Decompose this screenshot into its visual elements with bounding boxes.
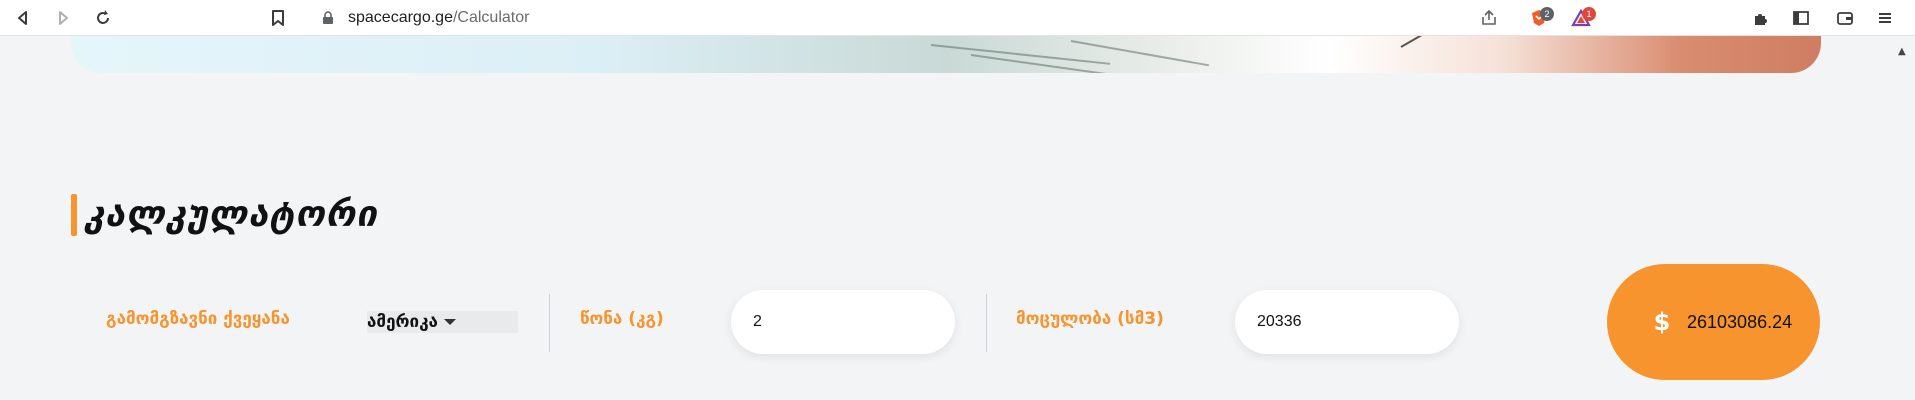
bookmark-icon[interactable] [265,5,291,31]
share-icon[interactable] [1476,5,1502,31]
country-select[interactable]: ამერიკა [367,311,518,333]
address-bar[interactable]: spacecargo.ge/Calculator [308,3,1604,33]
country-label: გამომგზავნი ქვეყანა [106,309,290,329]
rewards-badge: 1 [1582,7,1596,21]
brave-shields-icon[interactable]: 2 [1526,5,1554,31]
browser-toolbar: spacecargo.ge/Calculator 2 1 [0,0,1915,36]
dollar-icon: $ [1653,308,1671,336]
volume-input[interactable] [1235,290,1459,354]
back-icon[interactable] [10,5,36,31]
divider [549,294,550,352]
forward-icon[interactable] [50,5,76,31]
heading-accent-bar [71,194,77,236]
volume-label: მოცულობა (სმ3) [1016,309,1164,329]
chevron-down-icon [443,319,456,325]
divider [986,294,987,352]
lock-icon[interactable] [320,10,336,26]
total-price-display: $ 26103086.24 [1607,264,1820,380]
sidebar-icon[interactable] [1788,5,1814,31]
total-price-value: 26103086.24 [1687,312,1793,332]
reload-icon[interactable] [90,5,116,31]
url-host: spacecargo.ge [348,9,453,26]
brave-rewards-icon[interactable]: 1 [1568,5,1596,31]
weight-input[interactable] [731,290,955,354]
menu-icon[interactable] [1872,5,1898,31]
extensions-icon[interactable] [1748,5,1774,31]
url-path: /Calculator [452,9,530,26]
url-text[interactable]: spacecargo.ge/Calculator [348,9,529,27]
page-title: კალკულატორი [84,194,378,235]
wallet-icon[interactable] [1832,5,1858,31]
weight-label: წონა (კგ) [580,309,664,329]
country-select-value: ამერიკა [367,312,438,332]
hero-banner-image [71,36,1821,73]
brave-badge: 2 [1540,7,1554,21]
scroll-up-arrow-icon[interactable]: ▲ [1898,46,1908,57]
